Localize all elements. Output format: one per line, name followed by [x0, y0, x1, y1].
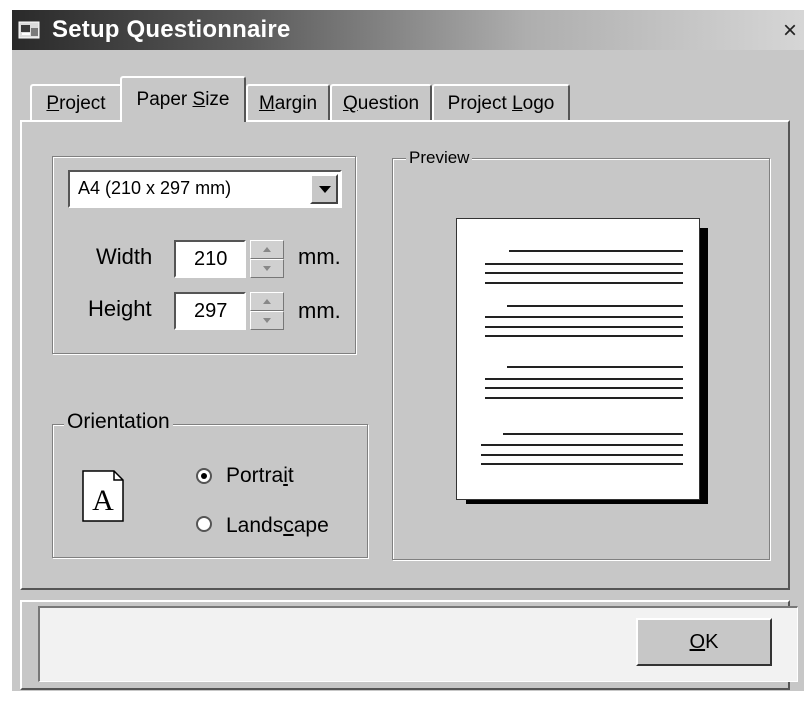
ok-button-label: OK	[689, 631, 719, 653]
svg-text:A: A	[92, 484, 114, 517]
preview-text-line	[485, 263, 683, 265]
preview-text-line	[485, 316, 683, 318]
preview-text-line	[485, 335, 683, 337]
dropdown-arrow-icon[interactable]	[310, 174, 338, 204]
height-spinner[interactable]	[250, 292, 284, 330]
width-unit-label: mm.	[298, 244, 341, 269]
preview-text-line	[485, 272, 683, 274]
preview-page	[456, 218, 700, 500]
window-title: Setup Questionnaire	[52, 16, 291, 43]
portrait-page-icon: A	[82, 470, 124, 522]
preview-text-line	[485, 397, 683, 399]
preview-text-line	[485, 387, 683, 389]
preview-text-line	[503, 433, 683, 435]
preview-text-line	[509, 250, 683, 252]
portrait-radio[interactable]	[196, 468, 212, 484]
paper-size-select[interactable]: A4 (210 x 297 mm)	[68, 170, 342, 208]
tab-margin[interactable]: Margin	[246, 84, 330, 120]
landscape-radio[interactable]	[196, 516, 212, 532]
width-spinner[interactable]	[250, 240, 284, 278]
tab-project-logo-label: Project Logo	[447, 93, 555, 114]
tab-paper-size[interactable]: Paper Size	[120, 76, 246, 122]
height-unit-label: mm.	[298, 298, 341, 323]
preview-text-line	[481, 463, 683, 465]
tab-margin-label: Margin	[258, 93, 318, 114]
preview-legend: Preview	[406, 148, 473, 168]
height-input[interactable]: 297	[174, 292, 246, 330]
preview-text-line	[485, 378, 683, 380]
spin-up-icon[interactable]	[250, 292, 284, 311]
tab-project-label: Project	[46, 93, 106, 114]
tab-paper-size-label: Paper Size	[136, 89, 230, 110]
tab-question[interactable]: Question	[330, 84, 432, 120]
tab-project[interactable]: Project	[30, 84, 122, 120]
width-input[interactable]: 210	[174, 240, 246, 278]
spin-down-icon[interactable]	[250, 311, 284, 330]
portrait-label[interactable]: Portrait	[226, 464, 294, 488]
close-icon[interactable]: ×	[778, 19, 802, 43]
preview-text-line	[507, 305, 683, 307]
title-bar[interactable]: Setup Questionnaire ×	[12, 10, 804, 50]
preview-text-line	[485, 282, 683, 284]
preview-text-line	[481, 444, 683, 446]
preview-text-line	[481, 454, 683, 456]
paper-size-selected-value: A4 (210 x 297 mm)	[78, 178, 232, 198]
ok-button[interactable]: OK	[636, 618, 772, 666]
tab-project-logo[interactable]: Project Logo	[432, 84, 570, 120]
orientation-legend: Orientation	[64, 410, 173, 434]
width-label: Width	[96, 244, 153, 269]
spin-up-icon[interactable]	[250, 240, 284, 259]
landscape-label[interactable]: Landscape	[226, 514, 329, 538]
spin-down-icon[interactable]	[250, 259, 284, 278]
height-label: Height	[88, 296, 152, 321]
preview-text-line	[507, 366, 683, 368]
tab-question-label: Question	[342, 93, 420, 114]
app-icon	[18, 21, 40, 39]
preview-text-line	[485, 326, 683, 328]
